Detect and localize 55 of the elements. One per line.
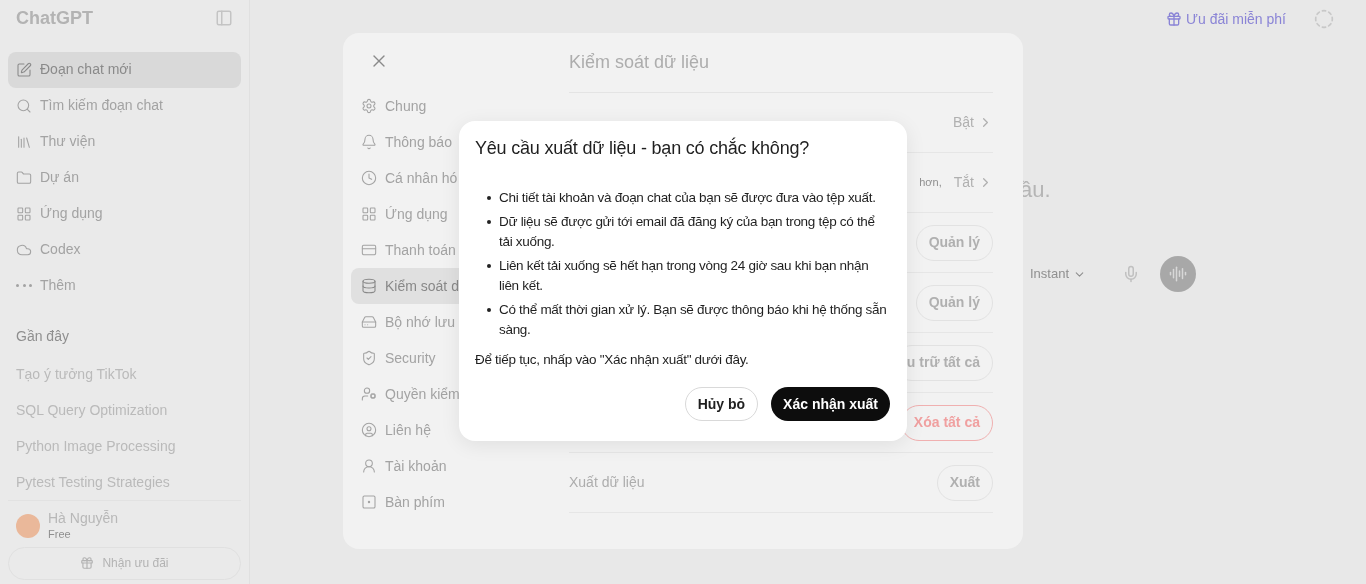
pen-square-icon [16, 61, 32, 78]
sidebar-toggle-icon[interactable] [215, 9, 233, 28]
bullet-item: Dữ liệu sẽ được gửi tới email đã đăng ký của bạn trong tệp có thể tải xuống. [487, 212, 889, 252]
free-offer-link[interactable]: Ưu đãi miễn phí [1166, 8, 1286, 30]
credit-card-icon [361, 242, 377, 258]
avatar[interactable] [16, 514, 40, 538]
model-dropdown[interactable]: Instant [1030, 264, 1087, 284]
database-icon [361, 278, 377, 294]
user-plan: Free [48, 527, 72, 542]
library-icon [16, 133, 32, 150]
bell-icon [361, 134, 377, 150]
sidebar-item[interactable]: Dự án [8, 159, 241, 196]
setting-value[interactable]: Bật [953, 112, 993, 133]
user-icon [361, 458, 377, 474]
settings-nav-item[interactable]: Liên hệ [351, 412, 544, 448]
settings-nav-item[interactable]: Chung [351, 88, 544, 124]
bullet-icon [487, 196, 491, 200]
dialog-title: Yêu cầu xuất dữ liệu - bạn có chắc không? [475, 136, 811, 160]
settings-nav-item[interactable]: Tài khoản [351, 448, 544, 484]
confirm-button[interactable]: Xác nhận xuất [771, 387, 890, 422]
bullet-icon [487, 220, 491, 224]
sidebar-item[interactable]: Tìm kiếm đoạn chat [8, 87, 241, 124]
search-icon [16, 97, 32, 114]
grid-icon [16, 205, 32, 222]
settings-nav-item[interactable]: Quyền kiểm [351, 376, 544, 412]
bullet-icon [487, 264, 491, 268]
sidebar-item[interactable]: Thêm [8, 267, 241, 304]
sidebar-item[interactable]: Ứng dụng [8, 195, 241, 232]
sidebar-item[interactable]: Thư viện [8, 123, 241, 160]
gift-icon [80, 556, 95, 571]
setting-value[interactable]: Tắt [953, 172, 993, 193]
user-circle-icon [361, 422, 377, 438]
audio-lines-icon [1169, 265, 1188, 283]
bullet-item: Chi tiết tài khoản và đoạn chat của bạn sẽ được đưa vào tệp xuất. [487, 188, 889, 208]
sidebar-item[interactable]: Đoạn chat mới [8, 51, 241, 88]
setting-label: Xuất dữ liệu [569, 473, 645, 492]
settings-title: Kiểm soát dữ liệu [569, 49, 993, 93]
drive-icon [361, 314, 377, 330]
dashed-circle-icon[interactable] [1314, 9, 1334, 29]
settings-icon [361, 98, 377, 114]
clock-icon [361, 170, 377, 186]
folder-icon [16, 169, 32, 186]
gift-icon [1166, 11, 1183, 27]
sidebar-item[interactable]: Codex [8, 231, 241, 268]
shield-icon [361, 350, 377, 366]
dialog-note: Để tiếp tục, nhấp vào "Xác nhận xuất" dưới đây. [475, 351, 750, 369]
section-heading: Gần đây [15, 326, 70, 346]
user-gear-icon [361, 386, 377, 402]
setting-hint: hơn, [919, 175, 942, 191]
settings-nav-item[interactable]: Bàn phím [351, 484, 544, 520]
voice-button[interactable] [1160, 256, 1197, 292]
more-icon [16, 283, 32, 288]
bullet-icon [487, 308, 491, 312]
grid-icon [361, 206, 377, 222]
cancel-button[interactable]: Hủy bỏ [684, 387, 759, 422]
